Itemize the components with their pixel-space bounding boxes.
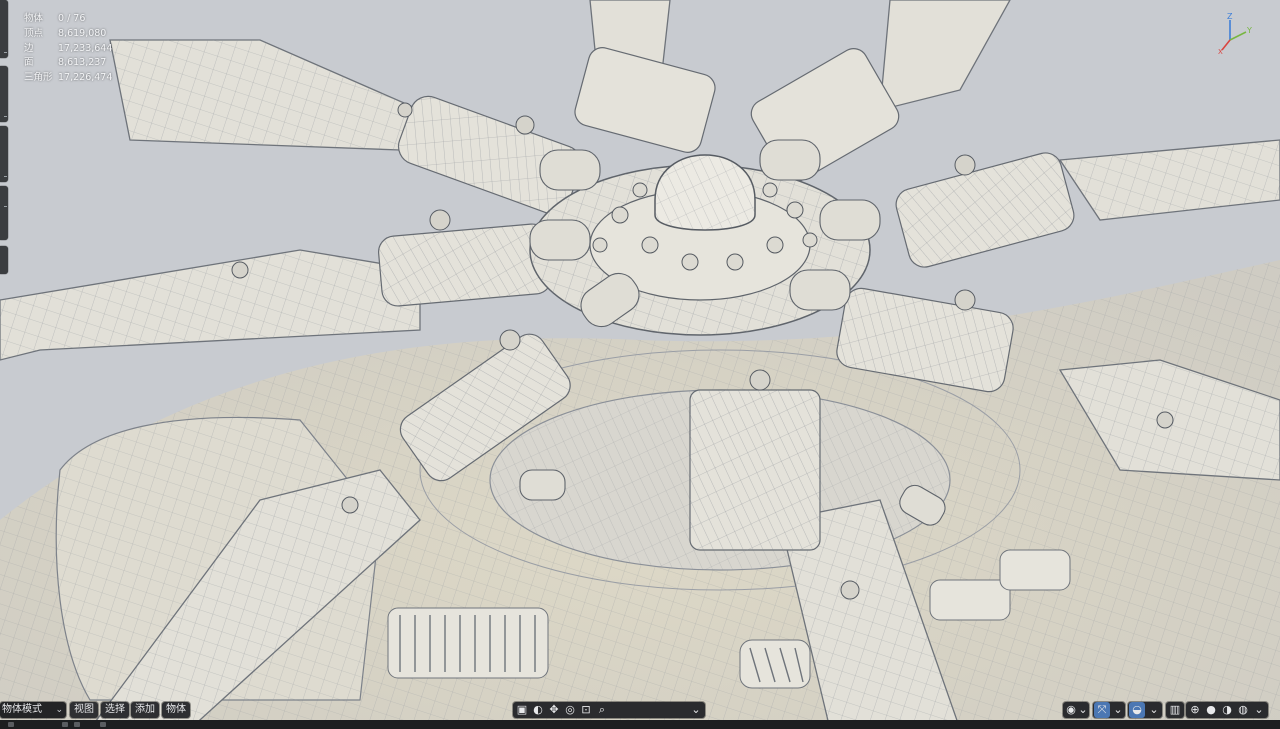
rotate-icon[interactable]: ◎: [563, 702, 577, 718]
rotor-hub-model: [0, 0, 1280, 729]
menu-add[interactable]: 添加: [131, 702, 159, 718]
3d-viewport[interactable]: 物体 0 / 76 顶点 8,619,080 边 17,233,644 面 8,613,…: [0, 0, 1280, 729]
tool-selector[interactable]: ▣ ◐ ✥ ◎ ⊡ ⌕ ⌄: [513, 702, 705, 718]
xray-icon: ▥: [1169, 703, 1181, 716]
toolbar-tool-2[interactable]: [0, 66, 8, 122]
overlay-toggle[interactable]: ◒ ⌄: [1128, 702, 1162, 718]
status-bar: [0, 720, 1280, 729]
gizmo-x-label: X: [1218, 48, 1223, 54]
overlay-icon: ◒: [1129, 702, 1145, 718]
toolbar-tool-4[interactable]: [0, 186, 8, 240]
xray-toggle[interactable]: ▥: [1166, 702, 1184, 718]
stat-vertices: 顶点 8,619,080: [24, 27, 107, 39]
menu-select[interactable]: 选择: [101, 702, 129, 718]
move-icon[interactable]: ✥: [547, 702, 561, 718]
mode-label: 物体模式: [2, 704, 42, 715]
rendered-shading-icon[interactable]: ◍: [1236, 702, 1250, 718]
shading-modes[interactable]: ⊕ ● ◑ ◍ ⌄: [1186, 702, 1268, 718]
status-mark: [100, 722, 106, 727]
cursor-icon[interactable]: ◐: [531, 702, 545, 718]
status-mark: [62, 722, 68, 727]
toolbar-tool-3[interactable]: [0, 126, 8, 182]
gizmo-z-label: Z: [1227, 12, 1233, 21]
chevron-down-icon[interactable]: ⌄: [1252, 702, 1266, 718]
status-mark: [74, 722, 80, 727]
chevron-down-icon: ⌄: [1078, 703, 1088, 716]
wireframe-shading-icon[interactable]: ⊕: [1188, 702, 1202, 718]
scene-statistics: 物体 0 / 76 顶点 8,619,080 边 17,233,644 面 8,613,…: [24, 12, 128, 86]
gizmo-icon: ⤧: [1094, 702, 1110, 718]
mode-dropdown[interactable]: 物体模式 ⌄: [0, 702, 66, 718]
select-box-icon[interactable]: ▣: [515, 702, 529, 718]
scale-icon[interactable]: ⊡: [579, 702, 593, 718]
toolbar-tool-5[interactable]: [0, 246, 8, 274]
axis-gizmo[interactable]: Z Y X: [1218, 10, 1258, 54]
gizmo-toggle[interactable]: ⤧ ⌄: [1093, 702, 1125, 718]
chevron-down-icon: ⌄: [1113, 703, 1123, 716]
search-icon[interactable]: ⌕: [595, 702, 609, 718]
menu-object[interactable]: 物体: [162, 702, 190, 718]
status-mark: [8, 722, 14, 727]
toolbar-tool-1[interactable]: [0, 0, 8, 58]
stat-triangles: 三角形 17,226,474: [24, 72, 113, 84]
chevron-down-icon: ⌄: [55, 705, 63, 715]
stat-objects: 物体 0 / 76: [24, 13, 86, 24]
stat-faces: 面 8,613,237: [24, 57, 107, 69]
chevron-down-icon[interactable]: ⌄: [689, 702, 703, 718]
material-shading-icon[interactable]: ◑: [1220, 702, 1234, 718]
stat-edges: 边 17,233,644: [24, 42, 113, 54]
menu-view[interactable]: 视图: [70, 702, 98, 718]
chevron-down-icon: ⌄: [1149, 703, 1159, 716]
visibility-toggle[interactable]: ◉ ⌄: [1063, 702, 1089, 718]
solid-shading-icon[interactable]: ●: [1204, 702, 1218, 718]
gizmo-y-label: Y: [1246, 26, 1252, 35]
